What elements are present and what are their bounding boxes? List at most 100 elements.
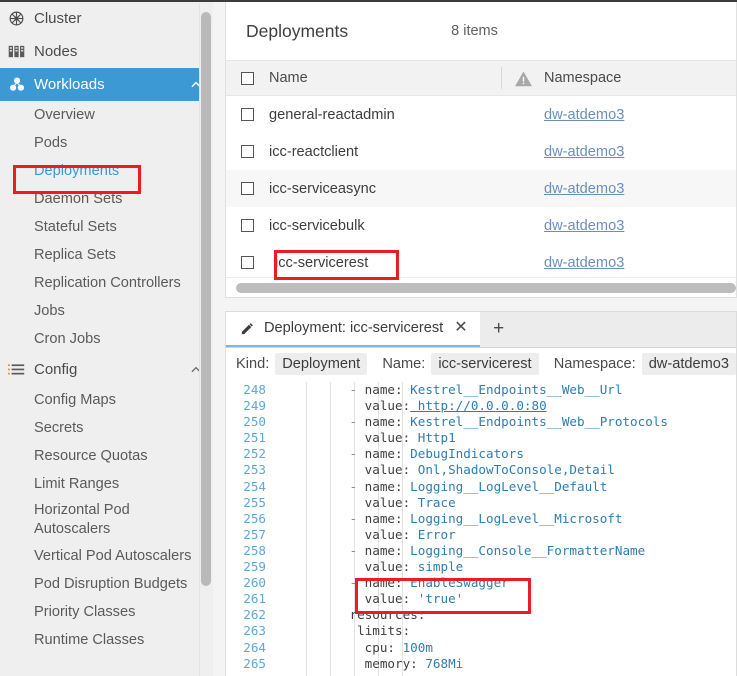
code-line-text: resources: xyxy=(334,607,426,623)
code-line: 254 - name: Logging__LogLevel__Default xyxy=(226,479,736,495)
row-checkbox[interactable] xyxy=(241,182,254,195)
sidebar-item-deployments[interactable]: Deployments xyxy=(0,157,213,185)
code-line-text: - name: Logging__LogLevel__Default xyxy=(350,479,608,495)
line-number: 259 xyxy=(243,559,266,575)
sidebar-item-label: Stateful Sets xyxy=(34,218,117,235)
table-row[interactable]: icc-serviceasync dw-atdemo3 xyxy=(226,170,736,207)
row-checkbox-cell[interactable] xyxy=(226,182,269,195)
line-number: 256 xyxy=(243,510,266,526)
sidebar-item-config-maps[interactable]: Config Maps xyxy=(0,386,213,414)
table-row[interactable]: general-reactadmin dw-atdemo3 xyxy=(226,96,736,133)
row-checkbox-cell[interactable] xyxy=(226,256,269,269)
sidebar-item-pods[interactable]: Pods xyxy=(0,129,213,157)
sidebar-item-runtime-classes[interactable]: Runtime Classes xyxy=(0,626,213,654)
yaml-code-area[interactable]: 248- name: Kestrel__Endpoints__Web__Url 2… xyxy=(226,382,736,676)
sidebar-item-label: Vertical Pod Autoscalers xyxy=(34,547,192,564)
deployment-name[interactable]: icc-reactclient xyxy=(269,133,501,170)
list-dash: - xyxy=(349,542,365,558)
close-icon[interactable]: ✕ xyxy=(454,320,467,336)
list-dash xyxy=(350,527,365,542)
deployment-name[interactable]: icc-serviceasync xyxy=(269,170,501,207)
row-checkbox[interactable] xyxy=(241,219,254,232)
deployment-name-servicerest[interactable]: icc-servicerest xyxy=(269,244,501,281)
sidebar-item-priority-classes[interactable]: Priority Classes xyxy=(0,598,213,626)
sidebar-group-nodes[interactable]: Nodes xyxy=(0,35,213,68)
list-dash: - xyxy=(349,414,365,430)
select-all-checkbox[interactable] xyxy=(241,71,254,85)
yaml-key: memory: xyxy=(364,655,418,671)
sidebar-item-overview[interactable]: Overview xyxy=(0,101,213,129)
sidebar-scrollbar[interactable] xyxy=(199,4,213,676)
select-all-checkbox-cell[interactable] xyxy=(226,71,269,85)
sidebar-item-replication-controllers[interactable]: Replication Controllers xyxy=(0,269,213,297)
sidebar-scrollbar-thumb[interactable] xyxy=(201,12,211,586)
code-line-text: - name: Logging__Console__FormatterName xyxy=(350,543,646,559)
item-count: 8 items xyxy=(451,23,498,39)
line-number: 261 xyxy=(243,591,266,607)
code-line: 262 resources: xyxy=(226,607,736,623)
list-dash xyxy=(334,607,349,622)
namespace-link[interactable]: dw-atdemo3 xyxy=(544,218,624,234)
sidebar-item-daemon-sets[interactable]: Daemon Sets xyxy=(0,185,213,213)
deployments-table-card: Deployments 8 items Name Namespace gener… xyxy=(225,2,737,298)
meta-name-label: Name: xyxy=(382,356,426,372)
row-checkbox[interactable] xyxy=(241,108,254,121)
yaml-value: Kestrel__Endpoints__Web__Url xyxy=(402,382,623,397)
sidebar-group-cluster[interactable]: Cluster xyxy=(0,2,213,35)
cluster-wheel-icon xyxy=(8,10,34,27)
sidebar-item-label: Jobs xyxy=(34,302,65,319)
sidebar-item-pod-disruption-budgets[interactable]: Pod Disruption Budgets xyxy=(0,570,213,598)
namespace-link[interactable]: dw-atdemo3 xyxy=(544,144,624,160)
line-number: 252 xyxy=(243,446,266,462)
namespace-link[interactable]: dw-atdemo3 xyxy=(544,107,624,123)
deployment-name[interactable]: general-reactadmin xyxy=(269,96,501,133)
sidebar-item-limit-ranges[interactable]: Limit Ranges xyxy=(0,470,213,498)
column-header-name[interactable]: Name xyxy=(269,70,501,86)
sidebar-item-jobs[interactable]: Jobs xyxy=(0,297,213,325)
sidebar-item-label: Replica Sets xyxy=(34,246,116,263)
yaml-value: Logging__LogLevel__Default xyxy=(402,478,608,494)
code-line: 265 memory: 768Mi xyxy=(226,656,736,672)
add-tab-button[interactable]: + xyxy=(480,312,518,347)
row-checkbox[interactable] xyxy=(241,256,254,269)
line-number: 249 xyxy=(243,398,266,414)
editor-tab-deployment[interactable]: Deployment: icc-servicerest ✕ xyxy=(226,312,480,347)
line-number: 255 xyxy=(243,494,266,510)
column-header-namespace[interactable]: Namespace xyxy=(544,70,736,86)
sidebar-item-resource-quotas[interactable]: Resource Quotas xyxy=(0,442,213,470)
yaml-lines-container: 248- name: Kestrel__Endpoints__Web__Url 2… xyxy=(226,382,736,672)
sidebar-group-label: Config xyxy=(34,361,78,378)
sidebar-item-secrets[interactable]: Secrets xyxy=(0,414,213,442)
yaml-value: Http1 xyxy=(410,430,456,446)
namespace-link[interactable]: dw-atdemo3 xyxy=(544,181,624,197)
sidebar-group-workloads[interactable]: Workloads xyxy=(0,68,213,101)
namespace-link[interactable]: dw-atdemo3 xyxy=(544,255,624,271)
code-line-text: value: 'true' xyxy=(350,591,464,607)
sidebar-group-config[interactable]: Config xyxy=(0,353,213,386)
sidebar-item-horizontal-pod-autoscalers[interactable]: Horizontal Pod Autoscalers xyxy=(0,498,213,542)
sidebar-item-stateful-sets[interactable]: Stateful Sets xyxy=(0,213,213,241)
kubernetes-dashboard-window: Cluster Nodes Workloads Overview Pods De… xyxy=(0,0,737,676)
yaml-value[interactable]: http://0.0.0.0:80 xyxy=(410,398,547,413)
sidebar-item-label: Deployments xyxy=(34,162,120,179)
deployment-name[interactable]: icc-servicebulk xyxy=(269,207,501,244)
table-horizontal-scrollbar[interactable] xyxy=(226,277,736,297)
row-checkbox[interactable] xyxy=(241,145,254,158)
table-row[interactable]: icc-reactclient dw-atdemo3 xyxy=(226,133,736,170)
row-checkbox-cell[interactable] xyxy=(226,219,269,232)
yaml-value: Logging__LogLevel__Microsoft xyxy=(402,510,623,526)
table-horizontal-scrollbar-thumb[interactable] xyxy=(236,283,736,293)
table-row[interactable]: icc-servicebulk dw-atdemo3 xyxy=(226,207,736,244)
table-row-selected[interactable]: icc-servicerest dw-atdemo3 xyxy=(226,244,736,281)
line-number: 251 xyxy=(243,430,266,446)
sidebar-item-vertical-pod-autoscalers[interactable]: Vertical Pod Autoscalers xyxy=(0,542,213,570)
list-dash xyxy=(350,591,365,606)
sidebar-item-cron-jobs[interactable]: Cron Jobs xyxy=(0,325,213,353)
row-checkbox-cell[interactable] xyxy=(226,108,269,121)
list-dash: - xyxy=(349,382,365,397)
sidebar-group-label: Workloads xyxy=(34,76,105,93)
sidebar-item-label: Limit Ranges xyxy=(34,475,120,492)
sidebar-item-replica-sets[interactable]: Replica Sets xyxy=(0,241,213,269)
yaml-key: name: xyxy=(364,510,403,526)
row-checkbox-cell[interactable] xyxy=(226,145,269,158)
